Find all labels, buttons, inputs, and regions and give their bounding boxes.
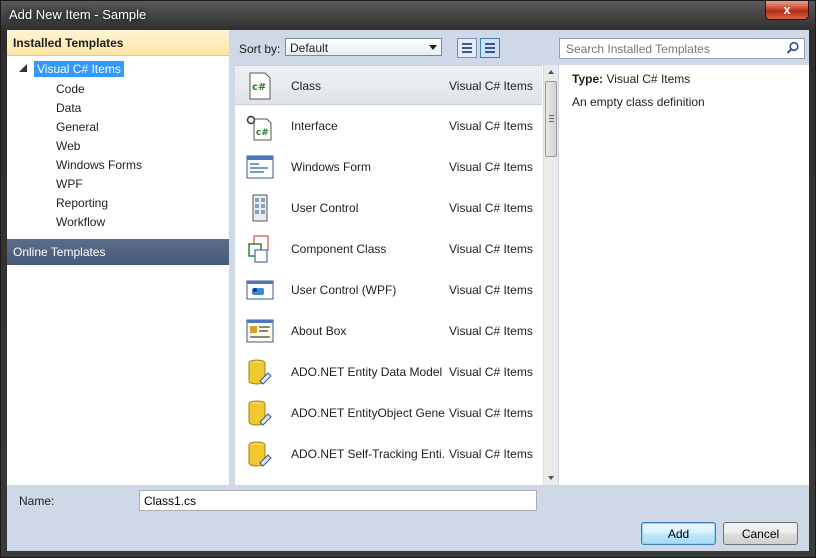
tree-item-reporting[interactable]: Reporting (56, 194, 108, 212)
template-name: About Box (291, 324, 347, 338)
templates-sidebar: Installed Templates Visual C# Items Code… (7, 30, 229, 485)
name-input[interactable] (139, 490, 537, 511)
template-category: Visual C# Items (449, 201, 533, 215)
interface-icon: c# (246, 115, 272, 141)
template-row-ado-entity-data-model[interactable]: ADO.NET Entity Data Model Visual C# Item… (235, 352, 542, 392)
template-category: Visual C# Items (449, 365, 533, 379)
template-category: Visual C# Items (449, 283, 533, 297)
scroll-down-icon[interactable] (544, 471, 558, 485)
search-box[interactable] (559, 38, 805, 59)
component-class-icon (248, 235, 269, 263)
class-icon: c# (249, 72, 271, 100)
close-button[interactable]: x (765, 1, 809, 20)
template-name: Windows Form (291, 160, 372, 174)
template-category: Visual C# Items (449, 119, 533, 133)
template-name: Component Class (291, 242, 387, 256)
scroll-up-icon[interactable] (544, 65, 558, 79)
wpf-user-control-icon (246, 280, 274, 300)
tree-item-code[interactable]: Code (56, 80, 85, 98)
expand-arrow-icon[interactable] (19, 64, 27, 72)
windows-form-icon (246, 155, 274, 179)
search-input[interactable] (564, 41, 778, 57)
about-box-icon (246, 319, 274, 343)
type-value: Visual C# Items (606, 72, 691, 86)
template-row-class[interactable]: c# Class Visual C# Items (235, 65, 542, 105)
add-new-item-dialog: Add New Item - Sample x Installed Templa… (0, 0, 816, 558)
svg-text:c#: c# (256, 128, 269, 138)
template-name: ADO.NET EntityObject Gene... (291, 406, 445, 420)
database-icon (248, 441, 272, 467)
template-category: Visual C# Items (449, 324, 533, 338)
svg-text:c#: c# (252, 82, 266, 93)
name-label: Name: (19, 494, 55, 508)
search-icon[interactable] (786, 41, 800, 55)
template-row-component-class[interactable]: Component Class Visual C# Items (235, 229, 542, 269)
template-category: Visual C# Items (449, 242, 533, 256)
tree-item-visual-csharp[interactable]: Visual C# Items (17, 61, 227, 79)
template-category: Visual C# Items (449, 406, 533, 420)
user-control-icon (252, 194, 268, 222)
add-button[interactable]: Add (641, 522, 716, 545)
sort-by-label: Sort by: (239, 42, 281, 56)
template-list-scrollbar[interactable] (543, 65, 558, 485)
template-name: Interface (291, 119, 338, 133)
template-description: An empty class definition (572, 95, 705, 109)
dialog-client-area: Installed Templates Visual C# Items Code… (7, 30, 809, 551)
tree-item-workflow[interactable]: Workflow (56, 213, 105, 231)
template-category: Visual C# Items (449, 160, 533, 174)
sort-by-dropdown[interactable]: Default (285, 38, 442, 56)
window-title: Add New Item - Sample (9, 7, 147, 22)
template-type: Type: Visual C# Items (572, 72, 690, 86)
tree-item-general[interactable]: General (56, 118, 99, 136)
sort-toolbar: Sort by: Default (229, 30, 809, 65)
chevron-down-icon (429, 45, 437, 50)
template-row-user-control[interactable]: User Control Visual C# Items (235, 188, 542, 228)
template-row-about-box[interactable]: About Box Visual C# Items (235, 311, 542, 351)
small-icons-view-button[interactable] (457, 38, 477, 58)
database-icon (248, 400, 272, 426)
template-details-panel: Type: Visual C# Items An empty class def… (559, 65, 809, 485)
template-name: ADO.NET Self-Tracking Enti... (291, 447, 445, 461)
type-label: Type: (572, 72, 604, 86)
template-name: User Control (WPF) (291, 283, 397, 297)
installed-templates-label: Installed Templates (13, 36, 124, 50)
scroll-thumb[interactable] (545, 81, 557, 157)
title-bar[interactable]: Add New Item - Sample x (1, 1, 815, 29)
template-list: c# Class Visual C# Items c# Interface Vi… (235, 65, 558, 485)
tree-item-web[interactable]: Web (56, 137, 80, 155)
installed-templates-header[interactable]: Installed Templates (7, 30, 229, 56)
cancel-button[interactable]: Cancel (723, 522, 798, 545)
template-name: User Control (291, 201, 359, 215)
tree-item-data[interactable]: Data (56, 99, 81, 117)
database-icon (248, 359, 272, 385)
template-row-ado-entityobject-generator[interactable]: ADO.NET EntityObject Gene... Visual C# I… (235, 393, 542, 433)
tree-root-label: Visual C# Items (34, 61, 124, 77)
online-templates-header[interactable]: Online Templates (7, 239, 229, 265)
template-name: ADO.NET Entity Data Model (291, 365, 443, 379)
tree-item-wpf[interactable]: WPF (56, 175, 83, 193)
template-row-interface[interactable]: c# Interface Visual C# Items (235, 106, 542, 146)
template-row-ado-self-tracking-entity[interactable]: ADO.NET Self-Tracking Enti... Visual C# … (235, 434, 542, 474)
template-row-user-control-wpf[interactable]: User Control (WPF) Visual C# Items (235, 270, 542, 310)
online-templates-label: Online Templates (13, 245, 106, 259)
sort-by-value: Default (290, 41, 329, 55)
template-row-windows-form[interactable]: Windows Form Visual C# Items (235, 147, 542, 187)
close-icon: x (783, 2, 791, 17)
tree-item-windows-forms[interactable]: Windows Forms (56, 156, 142, 174)
template-category: Visual C# Items (449, 447, 533, 461)
template-category: Visual C# Items (449, 79, 533, 93)
template-name: Class (291, 79, 322, 93)
medium-icons-view-button[interactable] (480, 38, 500, 58)
